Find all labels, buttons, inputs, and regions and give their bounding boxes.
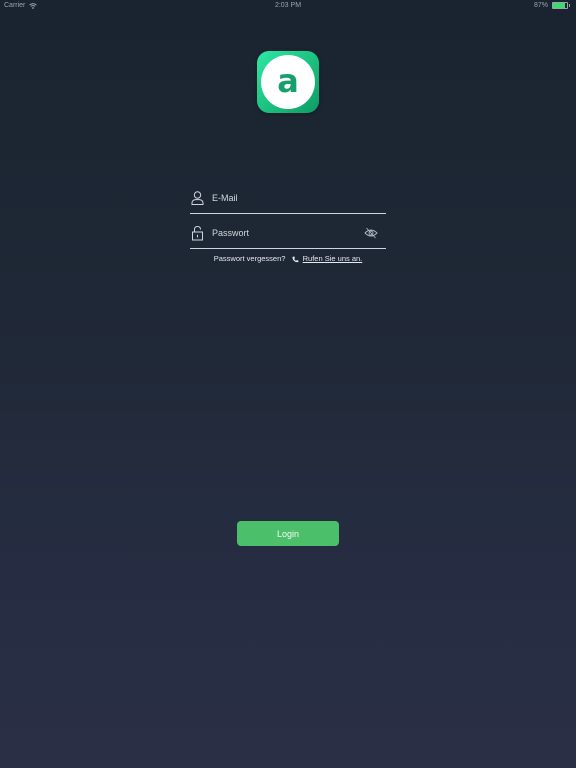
battery-icon bbox=[552, 2, 570, 9]
app-logo: a bbox=[257, 51, 319, 113]
logo-mark-icon: a bbox=[261, 55, 315, 109]
eye-slash-icon[interactable] bbox=[364, 226, 378, 240]
lock-icon bbox=[192, 225, 203, 241]
status-right: 87% bbox=[534, 2, 570, 9]
user-icon bbox=[191, 191, 204, 205]
password-field[interactable] bbox=[190, 218, 386, 249]
battery-percentage: 87% bbox=[533, 2, 548, 9]
phone-icon bbox=[292, 256, 298, 262]
email-field[interactable] bbox=[190, 183, 386, 214]
email-input[interactable] bbox=[212, 188, 362, 208]
logo-letter: a bbox=[277, 62, 299, 100]
password-input[interactable] bbox=[212, 223, 362, 243]
call-us-link[interactable]: Rufen Sie uns an. bbox=[303, 254, 363, 263]
status-bar: Carrier 2:03 PM 87% bbox=[0, 0, 576, 12]
forgot-password-text: Passwort vergessen? bbox=[213, 254, 286, 263]
login-button[interactable]: Login bbox=[237, 521, 339, 546]
forgot-password-row: Passwort vergessen? Rufen Sie uns an. bbox=[0, 254, 576, 266]
status-time: 2:03 PM bbox=[274, 2, 302, 9]
